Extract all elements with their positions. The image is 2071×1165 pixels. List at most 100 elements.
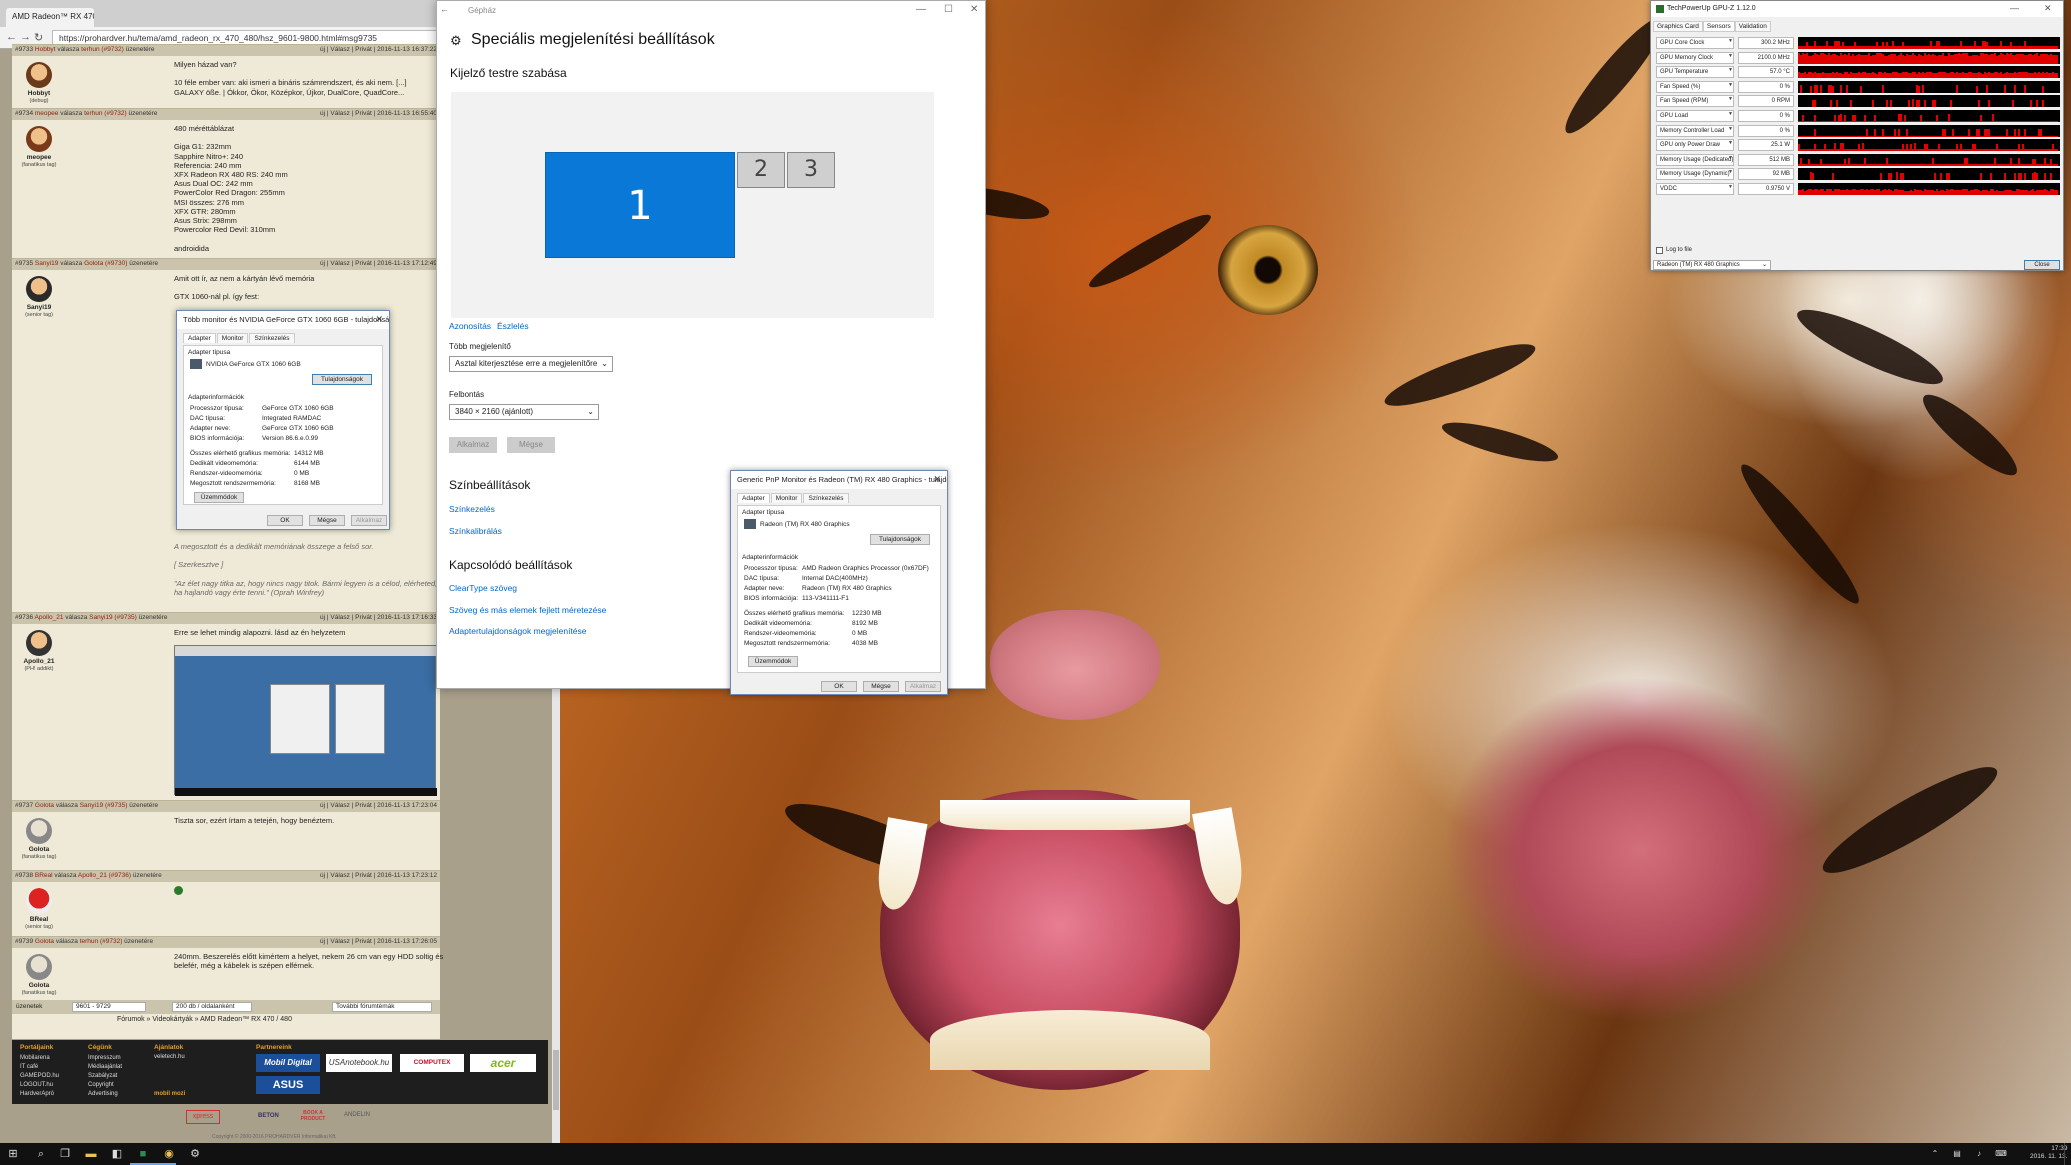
sensor-name[interactable]: GPU only Power Draw (1656, 139, 1734, 152)
close-button[interactable]: Close (2024, 260, 2060, 270)
modes-button[interactable]: Üzemmódok (748, 656, 798, 667)
color-management-link[interactable]: Színkezelés (449, 504, 495, 514)
close-icon[interactable]: ✕ (2044, 3, 2052, 14)
back-icon[interactable]: ← (6, 31, 17, 43)
maximize-icon[interactable]: ☐ (944, 4, 953, 15)
monitor-2[interactable]: 2 (737, 152, 785, 188)
minimize-icon[interactable]: — (916, 4, 926, 15)
username[interactable]: Golota (12, 846, 66, 853)
partner-logo[interactable]: acer (470, 1054, 536, 1072)
post-image-screenshot[interactable] (174, 645, 437, 796)
partner-logo[interactable]: Mobil Digital (256, 1054, 320, 1072)
language-icon[interactable]: ⌨ (1994, 1147, 2008, 1161)
multi-display-select[interactable]: Asztal kiterjesztése erre a megjelenítőr… (449, 356, 613, 372)
file-explorer-icon[interactable]: ▬ (84, 1147, 98, 1161)
sensor-name[interactable]: VDDC (1656, 183, 1734, 195)
username[interactable]: Golota (12, 982, 66, 989)
chevron-down-icon[interactable]: ▼ (1728, 38, 1733, 44)
forward-icon[interactable]: → (20, 31, 31, 43)
cancel-button[interactable]: Mégse (507, 437, 555, 453)
tab-color[interactable]: Színkezelés (803, 493, 849, 503)
sensor-name[interactable]: GPU Load (1656, 110, 1734, 122)
log-checkbox[interactable] (1656, 247, 1663, 254)
cleartype-link[interactable]: ClearType szöveg (449, 583, 517, 593)
chevron-down-icon[interactable]: ▼ (1728, 53, 1733, 59)
store-icon[interactable]: ◧ (110, 1147, 124, 1161)
chevron-down-icon[interactable]: ▼ (1728, 96, 1733, 102)
username[interactable]: BReal (12, 916, 66, 923)
identify-link[interactable]: Azonosítás (449, 321, 491, 331)
apply-button[interactable]: Alkalmaz (449, 437, 497, 453)
tab-sensors[interactable]: Sensors (1702, 21, 1735, 32)
task-view-icon[interactable]: ❐ (58, 1147, 72, 1161)
chevron-down-icon[interactable]: ▼ (1728, 169, 1733, 175)
chevron-down-icon[interactable]: ▼ (1728, 140, 1733, 146)
username[interactable]: Apollo_21 (12, 658, 66, 665)
avatar[interactable] (26, 126, 52, 152)
network-icon[interactable]: ▤ (1950, 1147, 1964, 1161)
partner-logo[interactable]: USAnotebook.hu (326, 1054, 392, 1072)
tab-validation[interactable]: Validation (1734, 21, 1771, 32)
sponsor-logo[interactable]: BOOK A PRODUCT (296, 1110, 330, 1124)
more-topics-select[interactable]: További fórumtémák (332, 1002, 432, 1012)
properties-button[interactable]: Tulajdonságok (870, 534, 930, 545)
avatar[interactable] (26, 818, 52, 844)
sensor-name[interactable]: Memory Controller Load (1656, 124, 1734, 137)
text-scaling-link[interactable]: Szöveg és más elemek fejlett méretezése (449, 605, 606, 615)
username[interactable]: meopee (12, 154, 66, 161)
tab-monitor[interactable]: Monitor (770, 493, 803, 503)
footer-col1[interactable]: Mobilarena IT café GAMEPOD.hu LOGOUT.hu Hard… (20, 1054, 59, 1099)
ok-button[interactable]: OK (821, 681, 857, 692)
sensor-name[interactable]: Memory Usage (Dynamic) (1656, 168, 1734, 181)
cancel-button[interactable]: Mégse (863, 681, 899, 692)
resolution-select[interactable]: 3840 × 2160 (ajánlott) ⌄ (449, 404, 599, 420)
cancel-button[interactable]: Mégse (309, 515, 345, 526)
sponsor-logo[interactable]: ANDELIN (344, 1112, 370, 1118)
username[interactable]: Sanyi19 (12, 304, 66, 311)
modes-button[interactable]: Üzemmódok (194, 492, 244, 503)
sensor-name[interactable]: GPU Temperature (1656, 66, 1734, 79)
avatar[interactable] (26, 62, 52, 88)
footer-link[interactable]: mobil mozi (154, 1091, 185, 1097)
tab-monitor[interactable]: Monitor (216, 333, 249, 343)
sensor-name[interactable]: Fan Speed (%) (1656, 80, 1734, 93)
per-page-select[interactable]: 200 db / oldalanként (172, 1002, 252, 1012)
footer-link[interactable]: veletech.hu (154, 1054, 185, 1060)
browser-tab[interactable]: AMD Radeon™ RX 470... (6, 8, 94, 27)
monitor-3[interactable]: 3 (787, 152, 835, 188)
search-icon[interactable]: ⌕ (34, 1147, 48, 1161)
partner-logo[interactable]: COMPUTEX (400, 1054, 464, 1072)
close-icon[interactable]: ✕ (933, 474, 941, 485)
chevron-down-icon[interactable]: ▼ (1728, 184, 1733, 190)
apply-button[interactable]: Alkalmaz (351, 515, 387, 526)
page-range-select[interactable]: 9601 - 9729 (72, 1002, 146, 1012)
close-icon[interactable]: ✕ (375, 314, 383, 325)
ok-button[interactable]: OK (267, 515, 303, 526)
properties-button[interactable]: Tulajdonságok (312, 374, 372, 385)
volume-icon[interactable]: ♪ (1972, 1147, 1986, 1161)
device-select[interactable]: Radeon (TM) RX 480 Graphics ⌄ (1653, 260, 1771, 270)
sensor-name[interactable]: Fan Speed (RPM) (1656, 95, 1734, 108)
minimize-icon[interactable]: — (2010, 3, 2019, 13)
footer-col2[interactable]: Impresszum Médiaajánlat Szabályzat Copyrigh… (88, 1054, 122, 1099)
apply-button[interactable]: Alkalmaz (905, 681, 941, 692)
monitor-1[interactable]: 1 (545, 152, 735, 258)
sponsor-logo[interactable]: BETON (258, 1113, 279, 1119)
close-icon[interactable]: ✕ (970, 4, 978, 15)
scrollbar-thumb[interactable] (553, 1050, 559, 1110)
back-icon[interactable]: ← (440, 4, 449, 14)
chevron-down-icon[interactable]: ▼ (1728, 82, 1733, 88)
chevron-down-icon[interactable]: ▼ (1728, 126, 1733, 132)
breadcrumb[interactable]: Fórumok » Videokártyák » AMD Radeon™ RX … (117, 1016, 292, 1023)
tab-adapter[interactable]: Adapter (183, 333, 216, 343)
adapter-properties-link[interactable]: Adaptertulajdonságok megjelenítése (449, 626, 587, 636)
chevron-down-icon[interactable]: ▼ (1728, 155, 1733, 161)
avatar[interactable] (26, 276, 52, 302)
chevron-down-icon[interactable]: ▼ (1728, 111, 1733, 117)
tray-icons[interactable]: ⌃ (1928, 1147, 1942, 1161)
sensor-name[interactable]: GPU Core Clock (1656, 37, 1734, 49)
detect-link[interactable]: Észlelés (497, 321, 529, 331)
settings-taskbar-icon[interactable]: ⚙ (188, 1147, 202, 1161)
color-calibration-link[interactable]: Színkalibrálás (449, 526, 502, 536)
tab-adapter[interactable]: Adapter (737, 493, 770, 503)
